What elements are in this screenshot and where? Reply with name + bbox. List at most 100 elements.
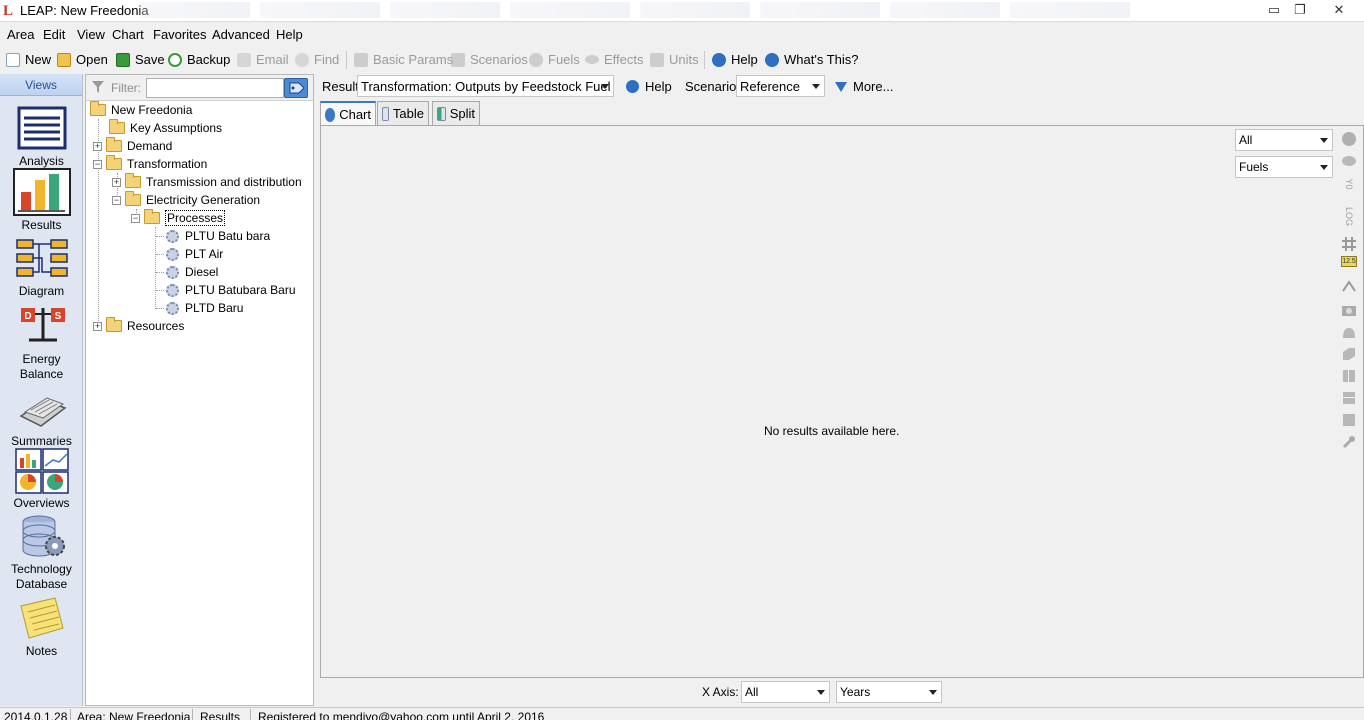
x-axis-bar: X Axis: All Years xyxy=(320,680,1364,704)
effects-button[interactable]: Effects xyxy=(585,52,644,67)
tree-node-process[interactable]: PLTD Baru xyxy=(166,299,243,317)
units-button[interactable]: Units xyxy=(650,52,699,67)
background-browser-tabs xyxy=(140,2,1250,20)
tree-guide-line xyxy=(156,236,164,237)
view-technology-database[interactable]: Technology Database xyxy=(4,514,79,592)
effects-icon xyxy=(585,55,599,64)
open-button[interactable]: Open xyxy=(57,52,108,67)
new-button[interactable]: New xyxy=(6,52,51,67)
tree-label: Transformation xyxy=(127,157,208,171)
tree-label: PLTU Batubara Baru xyxy=(185,283,296,297)
expand-toggle[interactable]: + xyxy=(93,141,102,151)
collapse-toggle[interactable]: − xyxy=(112,195,121,205)
email-button[interactable]: Email xyxy=(237,52,289,67)
tree-node-process[interactable]: PLTU Batu bara xyxy=(166,227,270,245)
tab-table[interactable]: Table xyxy=(377,101,429,125)
expand-toggle[interactable]: + xyxy=(112,177,121,187)
backup-button[interactable]: Backup xyxy=(168,52,230,67)
tab-split[interactable]: Split xyxy=(432,101,480,125)
collapse-toggle[interactable]: − xyxy=(131,213,140,223)
views-header: Views xyxy=(0,74,82,96)
view-notes[interactable]: Notes xyxy=(4,596,79,659)
expand-toggle[interactable]: + xyxy=(93,321,102,331)
menu-help[interactable]: Help xyxy=(276,27,303,42)
shape-icon-4[interactable] xyxy=(1341,390,1357,406)
tree-node-processes[interactable]: − Processes xyxy=(131,209,226,227)
tree-panel: Filter: New Freedonia Key Assumptions + … xyxy=(85,74,314,706)
help-button[interactable]: Help xyxy=(712,52,758,67)
collapse-toggle[interactable]: − xyxy=(93,159,102,169)
process-gear-icon xyxy=(166,247,179,261)
whats-this-button[interactable]: What's This? xyxy=(765,52,859,67)
view-diagram-label: Diagram xyxy=(18,284,65,298)
x-axis-units-select[interactable]: Years xyxy=(836,681,942,703)
tree-node-resources[interactable]: + Resources xyxy=(93,317,184,335)
shape-icon-3[interactable] xyxy=(1341,368,1357,384)
chevron-down-icon xyxy=(817,690,825,695)
tab-chart[interactable]: Chart xyxy=(320,101,376,126)
view-overviews[interactable]: Overviews xyxy=(4,448,79,511)
x-axis-filter-select[interactable]: All xyxy=(741,681,830,703)
wrench-icon[interactable] xyxy=(1341,434,1357,450)
view-results[interactable]: Results xyxy=(4,168,79,233)
status-separator xyxy=(250,709,251,720)
filter-input[interactable] xyxy=(146,78,284,98)
result-help-button[interactable]: Help xyxy=(626,79,672,94)
tree-node-process[interactable]: PLT Air xyxy=(166,245,223,263)
more-button[interactable]: More... xyxy=(835,79,893,94)
restore-button[interactable]: ❐ xyxy=(1286,1,1314,19)
tree-node-electricity-generation[interactable]: − Electricity Generation xyxy=(112,191,260,209)
pie-3d-icon[interactable] xyxy=(1341,153,1357,169)
tree-label: Resources xyxy=(127,319,185,333)
diagram-icon xyxy=(15,236,69,282)
view-diagram[interactable]: Diagram xyxy=(4,236,79,299)
folder-icon xyxy=(125,191,141,206)
menu-favorites[interactable]: Favorites xyxy=(153,27,206,42)
view-summaries[interactable]: Summaries xyxy=(4,386,79,449)
window-title: LEAP: New Freedonia xyxy=(20,3,149,18)
find-button[interactable]: Find xyxy=(295,52,339,67)
grid-icon[interactable] xyxy=(1341,236,1357,252)
y0-toggle[interactable]: Y0 xyxy=(1341,176,1357,192)
close-button[interactable]: ✕ xyxy=(1322,1,1356,19)
tree-node-transformation[interactable]: − Transformation xyxy=(93,155,207,173)
shape-icon-1[interactable] xyxy=(1341,324,1357,340)
tree-node-demand[interactable]: + Demand xyxy=(93,137,172,155)
basic-params-button[interactable]: Basic Params xyxy=(354,52,453,67)
scenarios-button[interactable]: Scenarios xyxy=(451,52,528,67)
result-select[interactable]: Transformation: Outputs by Feedstock Fue… xyxy=(357,75,614,97)
tree-node-process[interactable]: PLTU Batubara Baru xyxy=(166,281,296,299)
pie-chart-icon[interactable] xyxy=(1341,131,1357,147)
view-analysis-label: Analysis xyxy=(19,154,64,168)
scenario-select[interactable]: Reference xyxy=(736,75,825,97)
filter-tag-button[interactable] xyxy=(284,78,308,98)
shape-icon-2[interactable] xyxy=(1341,346,1357,362)
view-energy-balance[interactable]: DS Energy Balance xyxy=(4,304,79,382)
view-analysis[interactable]: Analysis xyxy=(4,106,79,169)
menu-chart[interactable]: Chart xyxy=(112,27,144,42)
menu-advanced[interactable]: Advanced xyxy=(212,27,270,42)
menu-view[interactable]: View xyxy=(77,27,105,42)
chevron-down-icon xyxy=(1320,138,1328,143)
tree-label: PLTU Batu bara xyxy=(185,229,271,243)
tree-node-transmission[interactable]: + Transmission and distribution xyxy=(112,173,302,191)
filter-funnel-icon xyxy=(92,81,104,93)
camera-icon[interactable] xyxy=(1341,302,1357,318)
open-folder-icon xyxy=(57,52,71,67)
legend-icon[interactable] xyxy=(1341,279,1357,295)
save-button[interactable]: Save xyxy=(116,52,165,67)
tab-table-label: Table xyxy=(392,106,424,121)
tree-node-key-assumptions[interactable]: Key Assumptions xyxy=(109,119,222,137)
tree-node-new-freedonia[interactable]: New Freedonia xyxy=(90,101,192,119)
menu-area[interactable]: Area xyxy=(7,27,34,42)
fuels-button[interactable]: Fuels xyxy=(529,52,580,67)
chart-filter-select[interactable]: All xyxy=(1235,129,1333,151)
chart-fuels-select[interactable]: Fuels xyxy=(1235,156,1333,178)
views-sidebar: Views Analysis Results Diagram DS Energy… xyxy=(0,74,83,706)
data-label-toggle[interactable]: 12.5 xyxy=(1341,256,1357,267)
minimize-button[interactable]: ▭ xyxy=(1260,1,1288,19)
log-scale-toggle[interactable]: LOG xyxy=(1341,207,1357,226)
tree-node-process[interactable]: Diesel xyxy=(166,263,218,281)
shape-icon-5[interactable] xyxy=(1341,412,1357,428)
menu-edit[interactable]: Edit xyxy=(43,27,65,42)
